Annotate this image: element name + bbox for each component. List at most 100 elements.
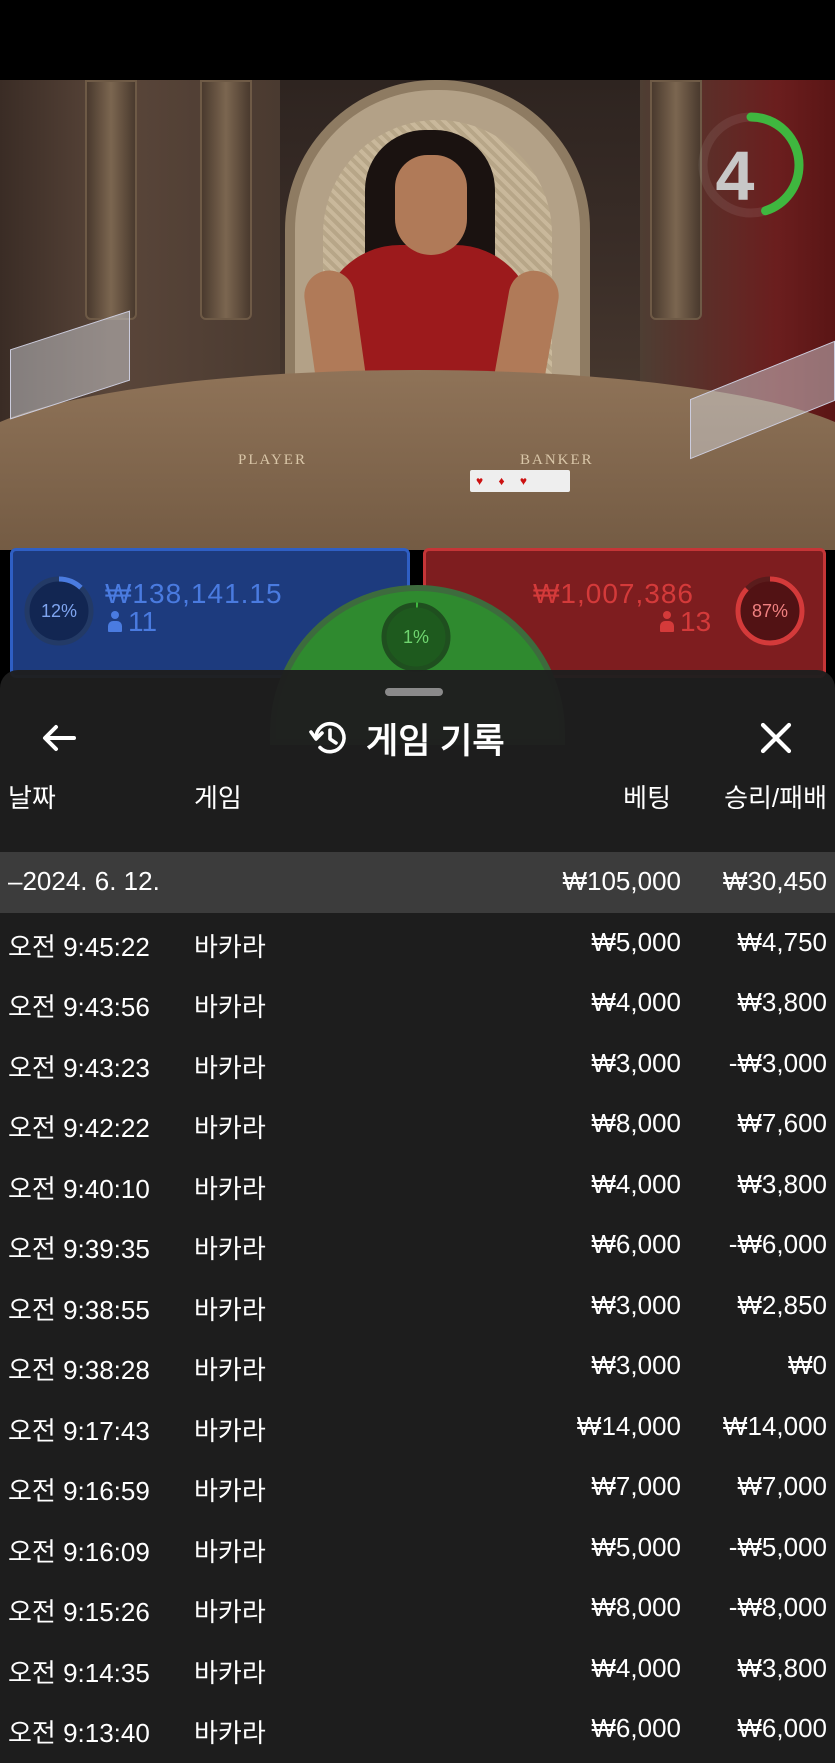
round-bet: ₩3,000 [591, 1047, 681, 1078]
tie-percent: 1% [402, 627, 429, 647]
round-game: 바카라 [194, 992, 266, 1022]
round-time: 오전 9:42:22 [8, 1113, 150, 1143]
back-button[interactable] [36, 714, 84, 762]
close-x-icon [760, 722, 792, 754]
round-game: 바카라 [194, 1597, 266, 1627]
round-time: 오전 9:43:23 [8, 1052, 150, 1083]
column-header-date: 날짜 [8, 783, 56, 813]
date-group-result-total: ₩30,450 [722, 866, 827, 896]
column-header-result: 승리/패배 [724, 783, 827, 813]
history-row[interactable]: 오전 9:45:22 바카라 ₩5,000 ₩4,750 [0, 913, 835, 974]
round-game: 바카라 [194, 1476, 266, 1506]
round-game: 바카라 [194, 1113, 266, 1143]
history-row[interactable]: 오전 9:40:10 바카라 ₩4,000 ₩3,800 [0, 1155, 835, 1216]
round-time: 오전 9:14:35 [8, 1657, 150, 1688]
table-player-label: PLAYER [238, 452, 307, 468]
decor-pillar [200, 80, 252, 320]
decor-pillar [650, 80, 702, 320]
date-group-bet-total: ₩105,000 [562, 866, 681, 896]
history-row[interactable]: 오전 9:43:56 바카라 ₩4,000 ₩3,800 [0, 973, 835, 1034]
player-percent: 12% [40, 601, 78, 621]
round-bet: ₩7,000 [591, 1471, 681, 1501]
round-time: 오전 9:16:09 [8, 1536, 150, 1567]
column-header-game: 게임 [194, 783, 242, 813]
round-bet: ₩8,000 [591, 1592, 681, 1622]
round-bet: ₩14,000 [576, 1410, 681, 1441]
banker-bettor-count-value: 13 [680, 606, 712, 637]
history-clock-icon [309, 721, 346, 754]
round-result: -₩8,000 [728, 1592, 827, 1622]
round-time: 오전 9:40:10 [8, 1173, 150, 1204]
round-result: ₩7,600 [737, 1108, 827, 1138]
history-row[interactable]: 오전 9:14:35 바카라 ₩4,000 ₩3,800 [0, 1639, 835, 1700]
round-bet: ₩6,000 [591, 1229, 681, 1259]
player-bettor-count-value: 11 [128, 606, 158, 637]
round-game: 바카라 [194, 1415, 266, 1446]
round-result: ₩2,850 [737, 1289, 827, 1320]
history-row[interactable]: 오전 9:16:59 바카라 ₩7,000 ₩7,000 [0, 1457, 835, 1518]
history-row[interactable]: 오전 9:38:28 바카라 ₩3,000 ₩0 [0, 1336, 835, 1397]
history-row[interactable]: 오전 9:15:26 바카라 ₩8,000 -₩8,000 [0, 1578, 835, 1639]
round-game: 바카라 [194, 1718, 266, 1748]
person-icon [660, 611, 674, 633]
history-list: –2024. 6. 12. ₩105,000 ₩30,450 오전 9:45:2… [0, 852, 835, 1760]
round-bet: ₩3,000 [591, 1289, 681, 1320]
status-bar [0, 0, 835, 80]
round-result: ₩6,000 [737, 1713, 827, 1743]
history-row[interactable]: 오전 9:38:55 바카라 ₩3,000 ₩2,850 [0, 1276, 835, 1337]
date-group-row[interactable]: –2024. 6. 12. ₩105,000 ₩30,450 [0, 852, 835, 913]
round-time: 오전 9:15:26 [8, 1597, 150, 1627]
round-time: 오전 9:45:22 [8, 931, 150, 962]
round-game: 바카라 [194, 1294, 266, 1325]
round-bet: ₩5,000 [591, 1531, 681, 1562]
round-result: ₩14,000 [722, 1410, 827, 1441]
sheet-title: 게임 기록 [366, 721, 505, 761]
round-bet: ₩8,000 [591, 1108, 681, 1138]
round-result: ₩7,000 [737, 1471, 827, 1501]
history-row[interactable]: 오전 9:43:23 바카라 ₩3,000 -₩3,000 [0, 1034, 835, 1095]
round-game: 바카라 [194, 931, 266, 962]
round-result: -₩5,000 [728, 1531, 827, 1562]
dealt-cards: ♥ ♦ ♥ [470, 470, 570, 492]
round-game: 바카라 [194, 1355, 266, 1385]
history-row[interactable]: 오전 9:42:22 바카라 ₩8,000 ₩7,600 [0, 1094, 835, 1155]
banker-bettor-count: 13 [660, 606, 711, 638]
round-bet: ₩3,000 [591, 1350, 681, 1380]
person-icon [108, 611, 122, 633]
round-bet: ₩6,000 [591, 1713, 681, 1743]
round-bet: ₩4,000 [591, 1652, 681, 1683]
arrow-left-icon [43, 725, 76, 751]
round-result: -₩6,000 [728, 1229, 827, 1259]
round-game: 바카라 [194, 1657, 266, 1688]
round-result: ₩3,800 [737, 987, 827, 1017]
history-row[interactable]: 오전 9:39:35 바카라 ₩6,000 -₩6,000 [0, 1215, 835, 1276]
countdown-timer-value: 4 [715, 137, 755, 215]
round-time: 오전 9:17:43 [8, 1415, 150, 1446]
round-time: 오전 9:16:59 [8, 1476, 150, 1506]
round-time: 오전 9:39:35 [8, 1234, 150, 1264]
close-button[interactable] [752, 714, 800, 762]
dealer-face [395, 155, 467, 255]
game-history-sheet: 게임 기록 날짜 게임 베팅 승리/패배 –2024. 6. 12. ₩105,… [0, 670, 835, 1763]
sheet-drag-handle[interactable] [385, 688, 443, 696]
round-result: ₩3,800 [737, 1652, 827, 1683]
round-bet: ₩5,000 [591, 926, 681, 957]
player-bettor-count: 11 [108, 606, 157, 638]
round-game: 바카라 [194, 1052, 266, 1083]
round-result: -₩3,000 [728, 1047, 827, 1078]
round-result: ₩0 [788, 1350, 827, 1380]
round-time: 오전 9:38:28 [8, 1355, 150, 1385]
round-bet: ₩4,000 [591, 987, 681, 1017]
column-header-bet: 베팅 [623, 783, 671, 813]
decor-pillar [85, 80, 137, 320]
round-game: 바카라 [194, 1173, 266, 1204]
history-row[interactable]: 오전 9:16:09 바카라 ₩5,000 -₩5,000 [0, 1518, 835, 1579]
table-banker-label: BANKER [520, 452, 594, 468]
round-result: ₩4,750 [737, 926, 827, 957]
round-game: 바카라 [194, 1234, 266, 1264]
round-result: ₩3,800 [737, 1168, 827, 1199]
round-time: 오전 9:13:40 [8, 1718, 150, 1748]
history-row[interactable]: 오전 9:17:43 바카라 ₩14,000 ₩14,000 [0, 1397, 835, 1458]
history-row[interactable]: 오전 9:13:40 바카라 ₩6,000 ₩6,000 [0, 1699, 835, 1760]
round-game: 바카라 [194, 1536, 266, 1567]
